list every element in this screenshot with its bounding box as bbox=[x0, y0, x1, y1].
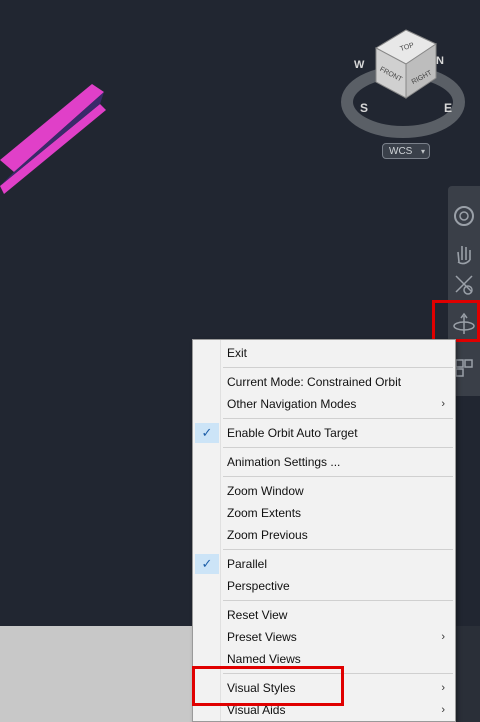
compass-e: E bbox=[444, 101, 452, 115]
menu-item-label: Current Mode: Constrained Orbit bbox=[227, 375, 402, 389]
menu-item-label: Zoom Extents bbox=[227, 506, 302, 520]
bottom-panel-edge bbox=[456, 626, 480, 722]
menu-item-label: Parallel bbox=[227, 557, 268, 571]
menu-item-label: Perspective bbox=[227, 579, 290, 593]
compass-s: S bbox=[360, 101, 368, 115]
chevron-right-icon: › bbox=[441, 704, 445, 716]
steering-wheel-icon[interactable] bbox=[448, 202, 480, 230]
menu-separator bbox=[223, 600, 453, 601]
menu-item-zoom-extents[interactable]: Zoom Extents bbox=[193, 502, 455, 524]
menu-item-label: Reset View bbox=[227, 608, 288, 622]
chevron-down-icon: ▾ bbox=[420, 147, 425, 156]
visual-styles-highlight-box bbox=[192, 666, 344, 706]
menu-item-reset-view[interactable]: Reset View bbox=[193, 604, 455, 626]
ucs-label: WCS bbox=[389, 146, 413, 157]
ucs-dropdown[interactable]: WCS ▾ bbox=[382, 143, 430, 159]
menu-item-preset-views[interactable]: Preset Views › bbox=[193, 626, 455, 648]
menu-item-label: Animation Settings ... bbox=[227, 455, 341, 469]
menu-item-zoom-previous[interactable]: Zoom Previous bbox=[193, 524, 455, 546]
menu-item-other-navigation-modes[interactable]: Other Navigation Modes › bbox=[193, 393, 455, 415]
menu-item-enable-orbit-auto-target[interactable]: ✓ Enable Orbit Auto Target bbox=[193, 422, 455, 444]
menu-separator bbox=[223, 418, 453, 419]
menu-item-zoom-window[interactable]: Zoom Window bbox=[193, 480, 455, 502]
compass-w: W bbox=[354, 59, 365, 71]
menu-item-exit[interactable]: Exit bbox=[193, 342, 455, 364]
menu-item-label: Enable Orbit Auto Target bbox=[227, 426, 358, 440]
menu-item-label: Zoom Previous bbox=[227, 528, 308, 542]
orbit-highlight-box bbox=[432, 300, 480, 342]
menu-separator bbox=[223, 367, 453, 368]
chevron-right-icon: › bbox=[441, 631, 445, 643]
compass-n: N bbox=[436, 55, 444, 67]
viewcube[interactable]: TOP FRONT RIGHT W N S E bbox=[340, 20, 470, 150]
checkmark-icon: ✓ bbox=[195, 423, 219, 443]
menu-item-current-mode[interactable]: Current Mode: Constrained Orbit bbox=[193, 371, 455, 393]
menu-separator bbox=[223, 476, 453, 477]
menu-separator bbox=[223, 549, 453, 550]
orbit-context-menu: Exit Current Mode: Constrained Orbit Oth… bbox=[192, 339, 456, 722]
zoom-icon[interactable] bbox=[448, 270, 480, 298]
menu-item-parallel[interactable]: ✓ Parallel bbox=[193, 553, 455, 575]
menu-item-label: Other Navigation Modes bbox=[227, 397, 357, 411]
menu-item-animation-settings[interactable]: Animation Settings ... bbox=[193, 451, 455, 473]
checkmark-icon: ✓ bbox=[195, 554, 219, 574]
menu-item-perspective[interactable]: Perspective bbox=[193, 575, 455, 597]
menu-separator bbox=[223, 447, 453, 448]
beam-geometry bbox=[0, 84, 106, 194]
menu-item-label: Preset Views bbox=[227, 630, 297, 644]
chevron-right-icon: › bbox=[441, 682, 445, 694]
pan-icon[interactable] bbox=[448, 240, 480, 268]
chevron-right-icon: › bbox=[441, 398, 445, 410]
menu-item-label: Zoom Window bbox=[227, 484, 304, 498]
menu-item-label: Exit bbox=[227, 346, 248, 360]
